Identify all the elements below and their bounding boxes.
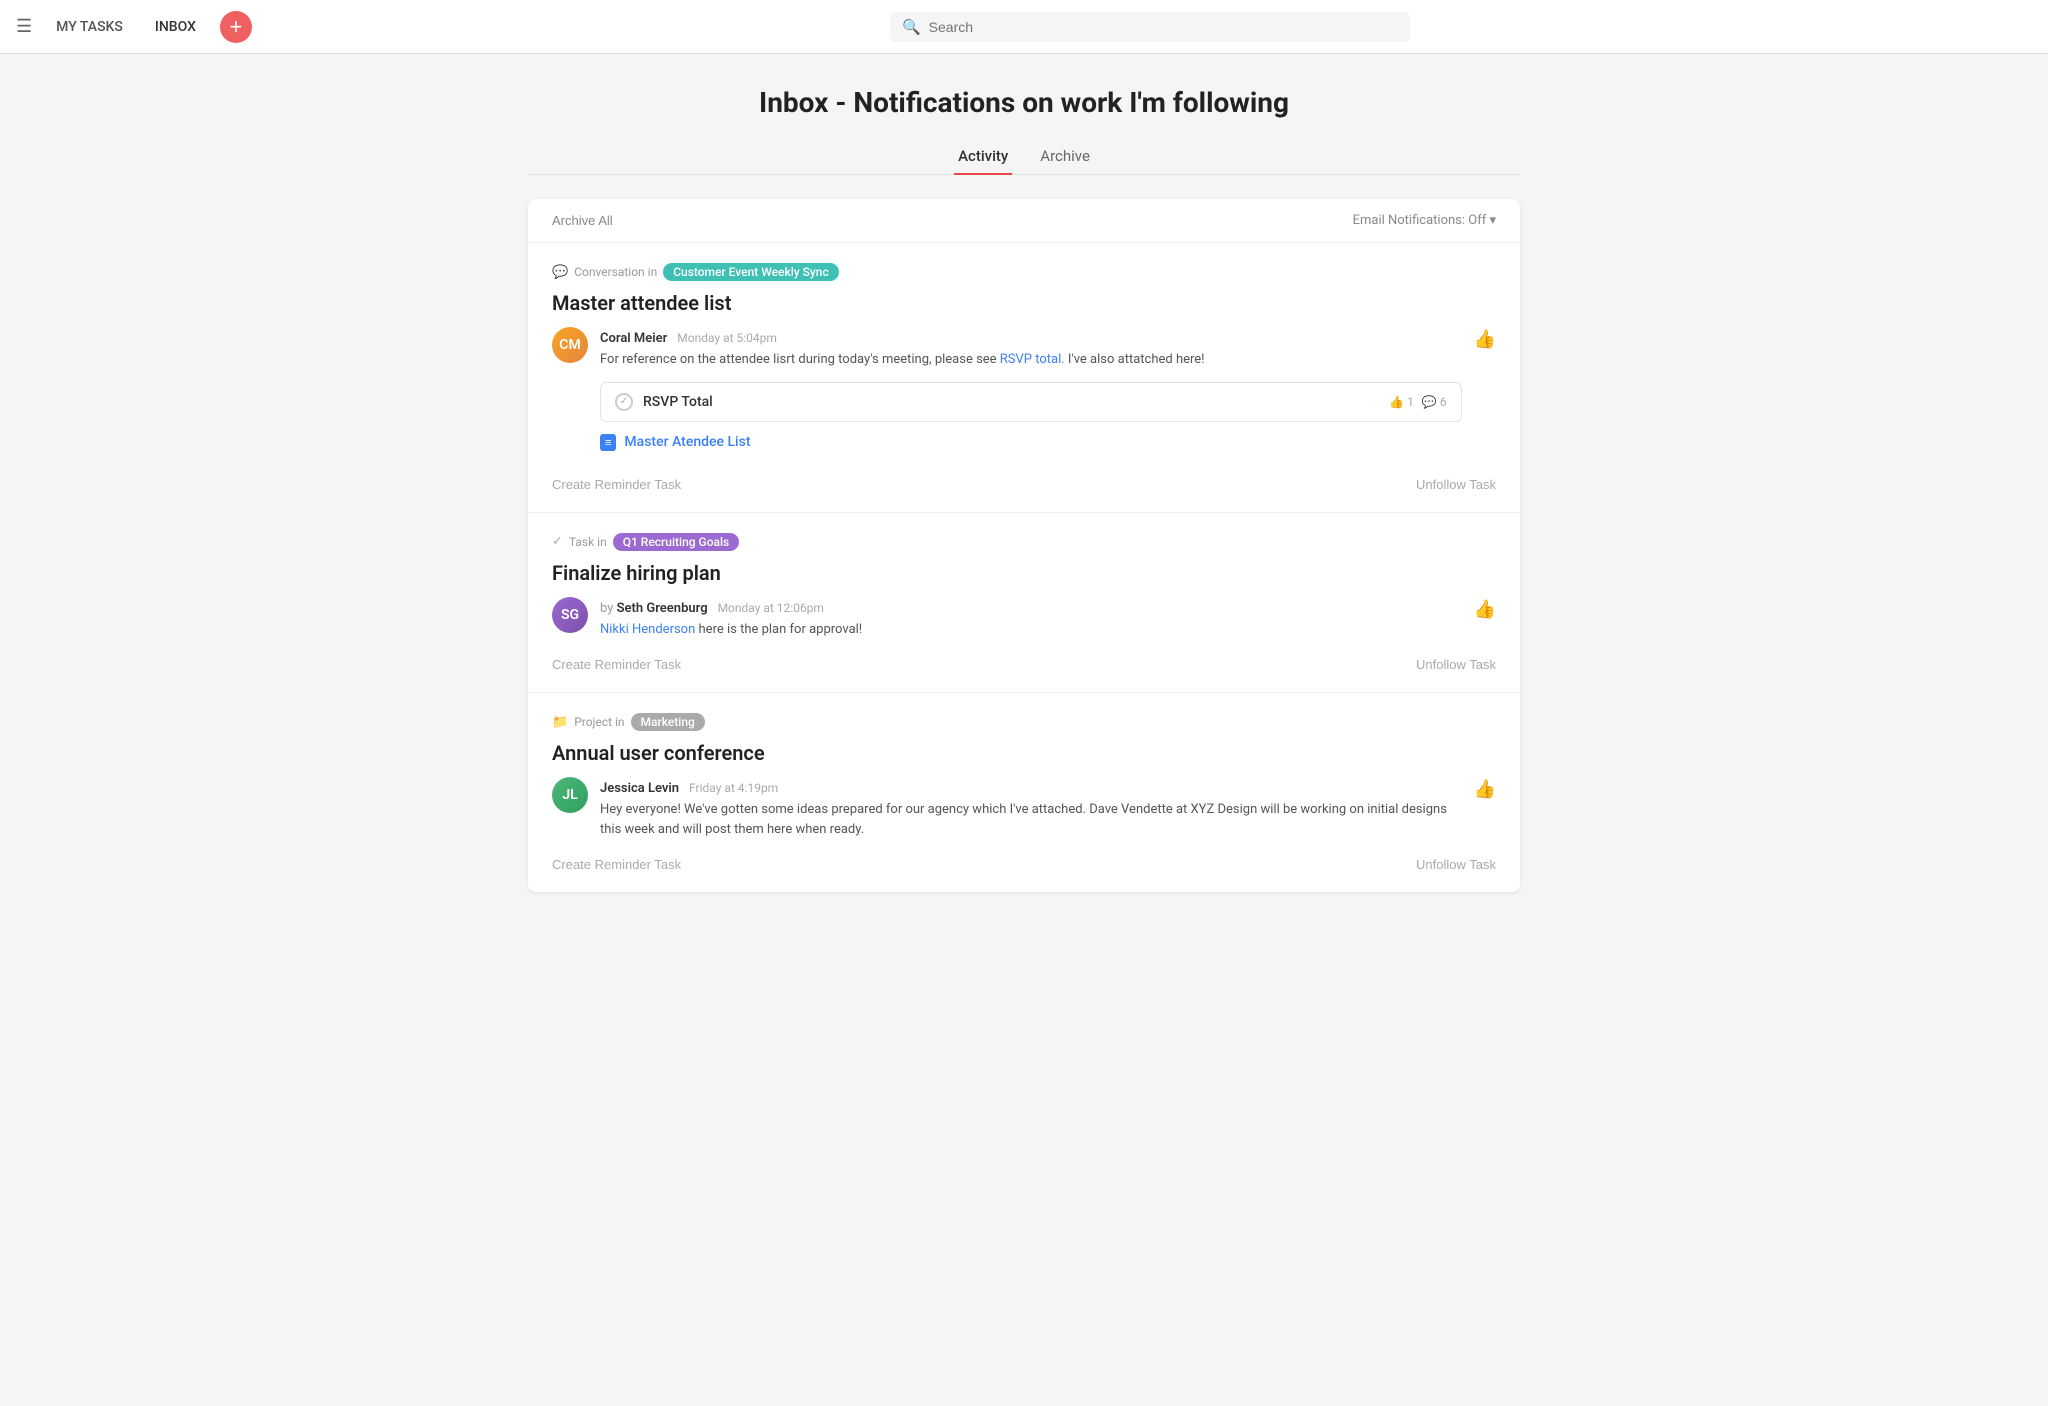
comment-count: 💬 6 (1422, 395, 1447, 409)
meta-label: Conversation in (574, 265, 657, 279)
notif-meta: 💬 Conversation in Customer Event Weekly … (552, 263, 1496, 281)
unfollow-task-button[interactable]: Unfollow Task (1416, 477, 1496, 492)
notif-body: JL Jessica Levin Friday at 4:19pm Hey ev… (552, 777, 1496, 839)
notification-item: 💬 Conversation in Customer Event Weekly … (528, 243, 1520, 513)
task-ref-left: ✓ RSVP Total (615, 393, 713, 411)
folder-icon: 📁 (552, 715, 568, 730)
person-link[interactable]: Nikki Henderson (600, 622, 695, 637)
notif-author: Coral Meier (600, 331, 667, 346)
notif-body: CM Coral Meier Monday at 5:04pm For refe… (552, 327, 1496, 459)
notif-meta: ✓ Task in Q1 Recruiting Goals (552, 533, 1496, 551)
create-reminder-button[interactable]: Create Reminder Task (552, 657, 681, 672)
notif-footer: Create Reminder Task Unfollow Task (552, 853, 1496, 872)
meta-label: Project in (574, 715, 624, 729)
avatar: JL (552, 777, 588, 813)
notif-title: Master attendee list (552, 291, 1496, 315)
check-icon: ✓ (552, 534, 563, 549)
tab-archive[interactable]: Archive (1036, 139, 1094, 175)
project-tag[interactable]: Customer Event Weekly Sync (663, 263, 839, 281)
search-input[interactable] (929, 19, 1398, 35)
nav-inbox[interactable]: INBOX (147, 15, 204, 39)
inbox-page: Inbox - Notifications on work I'm follow… (512, 54, 1536, 924)
comment-icon: 💬 (552, 265, 568, 280)
notif-author: Jessica Levin (600, 781, 679, 796)
notif-time: Friday at 4:19pm (689, 781, 778, 795)
create-reminder-button[interactable]: Create Reminder Task (552, 477, 681, 492)
task-check-icon: ✓ (615, 393, 633, 411)
task-ref-stats: 👍 1 💬 6 (1389, 395, 1446, 409)
search-bar: 🔍 (890, 12, 1410, 42)
avatar: CM (552, 327, 588, 363)
doc-link[interactable]: ≡ Master Atendee List (600, 434, 1462, 451)
project-tag[interactable]: Marketing (631, 713, 705, 731)
doc-icon: ≡ (600, 434, 616, 451)
inbox-card: Archive All Email Notifications: Off ▾ 💬… (528, 199, 1520, 892)
notif-text: Hey everyone! We've gotten some ideas pr… (600, 800, 1462, 839)
notif-footer: Create Reminder Task Unfollow Task (552, 653, 1496, 672)
notification-item: ✓ Task in Q1 Recruiting Goals Finalize h… (528, 513, 1520, 694)
archive-all-button[interactable]: Archive All (552, 213, 613, 228)
notif-time: Monday at 5:04pm (677, 331, 777, 345)
tab-activity[interactable]: Activity (954, 139, 1012, 175)
avatar: SG (552, 597, 588, 633)
unfollow-task-button[interactable]: Unfollow Task (1416, 657, 1496, 672)
notif-content: Coral Meier Monday at 5:04pm For referen… (600, 327, 1462, 459)
unfollow-task-button[interactable]: Unfollow Task (1416, 857, 1496, 872)
notif-title: Annual user conference (552, 741, 1496, 765)
message-text: here is the plan for approval! (699, 622, 863, 637)
notif-author: Seth Greenburg (617, 601, 708, 616)
notif-body: SG by Seth Greenburg Monday at 12:06pm N… (552, 597, 1496, 640)
notif-text: Nikki Henderson here is the plan for app… (600, 620, 1462, 640)
notif-footer: Create Reminder Task Unfollow Task (552, 473, 1496, 492)
top-nav: ☰ MY TASKS INBOX + 🔍 (0, 0, 2048, 54)
notif-text: For reference on the attendee lisrt duri… (600, 350, 1462, 370)
doc-name: Master Atendee List (624, 434, 750, 450)
tabs: Activity Archive (528, 139, 1520, 175)
notification-item: 📁 Project in Marketing Annual user confe… (528, 693, 1520, 892)
notif-content: Jessica Levin Friday at 4:19pm Hey every… (600, 777, 1462, 839)
task-reference[interactable]: ✓ RSVP Total 👍 1 💬 6 (600, 382, 1462, 422)
notif-title: Finalize hiring plan (552, 561, 1496, 585)
page-title: Inbox - Notifications on work I'm follow… (528, 86, 1520, 119)
like-button[interactable]: 👍 (1474, 329, 1496, 350)
like-count: 👍 1 (1389, 395, 1414, 409)
card-header: Archive All Email Notifications: Off ▾ (528, 199, 1520, 243)
rsvp-link[interactable]: RSVP total. (1000, 352, 1065, 367)
like-button[interactable]: 👍 (1474, 599, 1496, 620)
hamburger-icon[interactable]: ☰ (16, 16, 32, 37)
nav-my-tasks[interactable]: MY TASKS (48, 15, 131, 39)
project-tag[interactable]: Q1 Recruiting Goals (613, 533, 740, 551)
like-button[interactable]: 👍 (1474, 779, 1496, 800)
notif-content: by Seth Greenburg Monday at 12:06pm Nikk… (600, 597, 1462, 640)
notif-meta: 📁 Project in Marketing (552, 713, 1496, 731)
notif-time: Monday at 12:06pm (718, 601, 824, 615)
meta-label: Task in (569, 535, 607, 549)
add-button[interactable]: + (220, 11, 252, 43)
by-label: by (600, 601, 617, 616)
search-icon: 🔍 (902, 18, 921, 36)
task-ref-name: RSVP Total (643, 394, 713, 410)
create-reminder-button[interactable]: Create Reminder Task (552, 857, 681, 872)
email-notifications-toggle[interactable]: Email Notifications: Off ▾ (1353, 213, 1496, 228)
